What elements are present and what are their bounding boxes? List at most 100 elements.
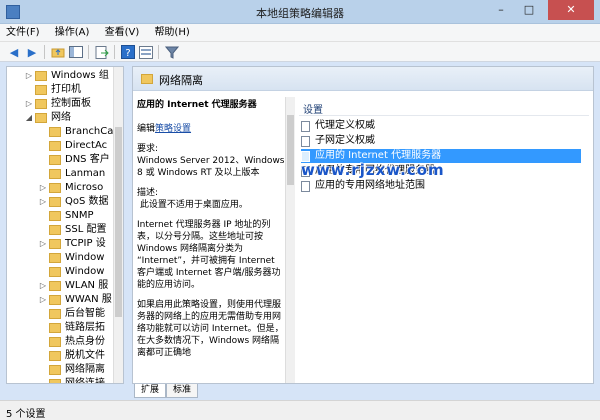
folder-icon: [35, 113, 47, 123]
folder-icon: [49, 295, 61, 305]
expand-arrow-icon[interactable]: ▷: [39, 279, 47, 293]
tree-item[interactable]: 网络连接: [7, 377, 113, 384]
folder-icon: [49, 365, 61, 375]
close-button[interactable]: ✕: [548, 0, 594, 20]
expand-arrow-icon[interactable]: ▷: [39, 181, 47, 195]
tree-item-label: SNMP: [65, 210, 94, 221]
folder-icon: [141, 74, 153, 84]
requirements-label: 要求:: [137, 144, 159, 154]
tree-item[interactable]: DirectAc: [7, 139, 113, 153]
tree-item-label: SSL 配置: [65, 224, 107, 235]
expand-arrow-icon[interactable]: ▷: [25, 69, 33, 83]
description-scrollbar[interactable]: [285, 97, 295, 383]
tree-item[interactable]: 脱机文件: [7, 349, 113, 363]
minimize-button[interactable]: –: [488, 0, 514, 20]
toolbar-separator: [114, 45, 115, 59]
menu-view[interactable]: 查看(V): [99, 24, 146, 42]
tree-item[interactable]: 热点身份: [7, 335, 113, 349]
tree-item-label: BranchCa: [65, 126, 113, 137]
edit-policy-link[interactable]: 策略设置: [155, 124, 191, 134]
menu-file[interactable]: 文件(F): [0, 24, 46, 42]
tree-scrollbar[interactable]: [113, 67, 123, 383]
tree-item[interactable]: ◢ 网络: [7, 111, 113, 125]
folder-icon: [49, 323, 61, 333]
expanded-arrow-icon[interactable]: ◢: [25, 111, 33, 125]
tree-item[interactable]: ▷ TCPIP 设: [7, 237, 113, 251]
maximize-button[interactable]: □: [516, 0, 542, 20]
setting-label: 子网定义权威: [315, 135, 375, 146]
tree-item[interactable]: ▷ Microso: [7, 181, 113, 195]
status-text: 5 个设置: [6, 409, 46, 420]
tree-item-label: 打印机: [51, 84, 81, 95]
tree-item-label: 网络连接: [65, 378, 105, 384]
expand-arrow-icon[interactable]: ▷: [39, 237, 47, 251]
extended-description: 应用的 Internet 代理服务器 编辑策略设置 要求: Windows Se…: [137, 99, 285, 383]
setting-row[interactable]: 代理定义权威: [301, 119, 581, 133]
toolbar-separator: [88, 45, 89, 59]
tree-item[interactable]: 链路层拓: [7, 321, 113, 335]
export-icon[interactable]: [94, 44, 110, 60]
setting-row[interactable]: 应用的专用网络地址范围: [301, 179, 581, 193]
tree-item-label: Lanman: [65, 168, 106, 179]
tree-item[interactable]: SSL 配置: [7, 223, 113, 237]
description-paragraph-1: Internet 代理服务器 IP 地址的列表，以分号分隔。这些地址可按 Win…: [137, 220, 281, 290]
tree-item[interactable]: Lanman: [7, 167, 113, 181]
folder-icon: [49, 309, 61, 319]
tree-item[interactable]: ▷ 控制面板: [7, 97, 113, 111]
expand-arrow-icon[interactable]: ▷: [39, 293, 47, 307]
tree-item-label: Window: [65, 266, 105, 277]
tree-item-label: QoS 数据: [65, 196, 109, 207]
tree-item-label: 热点身份: [65, 336, 105, 347]
help-icon[interactable]: ?: [120, 44, 136, 60]
show-tree-icon[interactable]: [68, 44, 84, 60]
tree-item[interactable]: 后台智能: [7, 307, 113, 321]
status-bar: 5 个设置: [0, 400, 600, 420]
tree-item[interactable]: Window: [7, 265, 113, 279]
edit-prefix: 编辑: [137, 124, 156, 134]
tree-item[interactable]: SNMP: [7, 209, 113, 223]
expand-arrow-icon[interactable]: ▷: [39, 195, 47, 209]
folder-icon: [35, 71, 47, 81]
folder-icon: [49, 225, 61, 235]
tree-item[interactable]: ▷ Windows 组: [7, 69, 113, 83]
tab-extended[interactable]: 扩展: [134, 384, 167, 398]
policy-setting-icon: [301, 121, 310, 132]
tree-item[interactable]: BranchCa: [7, 125, 113, 139]
forward-icon[interactable]: ▶: [24, 44, 40, 60]
tree-item-label: 后台智能: [65, 308, 105, 319]
expand-arrow-icon[interactable]: ▷: [25, 97, 33, 111]
tree-item[interactable]: 网络隔离: [7, 363, 113, 377]
back-icon[interactable]: ◀: [6, 44, 22, 60]
scrollbar-thumb[interactable]: [287, 115, 294, 185]
tree-item[interactable]: DNS 客户: [7, 153, 113, 167]
tab-standard[interactable]: 标准: [166, 384, 199, 398]
tree-item[interactable]: 打印机: [7, 83, 113, 97]
tree-item-label: Microso: [65, 182, 104, 193]
tree-item-label: WLAN 服: [65, 280, 109, 291]
filter-icon[interactable]: [164, 44, 180, 60]
toolbar: ◀ ▶ ?: [0, 42, 600, 62]
tree-item[interactable]: ▷ WLAN 服: [7, 279, 113, 293]
policy-setting-icon: [301, 136, 310, 147]
properties-icon[interactable]: [138, 44, 154, 60]
scrollbar-thumb[interactable]: [115, 127, 122, 317]
tree-item[interactable]: ▷ QoS 数据: [7, 195, 113, 209]
folder-icon: [49, 141, 61, 151]
description-text: 此设置不适用于桌面应用。: [139, 200, 248, 210]
folder-icon: [49, 267, 61, 277]
setting-row[interactable]: 子网定义权威: [301, 134, 581, 148]
tree-item[interactable]: Window: [7, 251, 113, 265]
tree-item-label: 网络: [51, 112, 71, 123]
policy-setting-icon: [301, 181, 310, 192]
folder-icon: [35, 99, 47, 109]
folder-icon: [49, 239, 61, 249]
watermark-text: www.rjzxw.com: [301, 161, 445, 179]
tree-item[interactable]: ▷ WWAN 服: [7, 293, 113, 307]
menu-bar: 文件(F) 操作(A) 查看(V) 帮助(H): [0, 24, 600, 42]
folder-icon: [49, 281, 61, 291]
menu-help[interactable]: 帮助(H): [148, 24, 195, 42]
settings-column-header[interactable]: 设置: [303, 101, 323, 116]
menu-action[interactable]: 操作(A): [49, 24, 96, 42]
up-folder-icon[interactable]: [50, 44, 66, 60]
folder-icon: [49, 351, 61, 361]
